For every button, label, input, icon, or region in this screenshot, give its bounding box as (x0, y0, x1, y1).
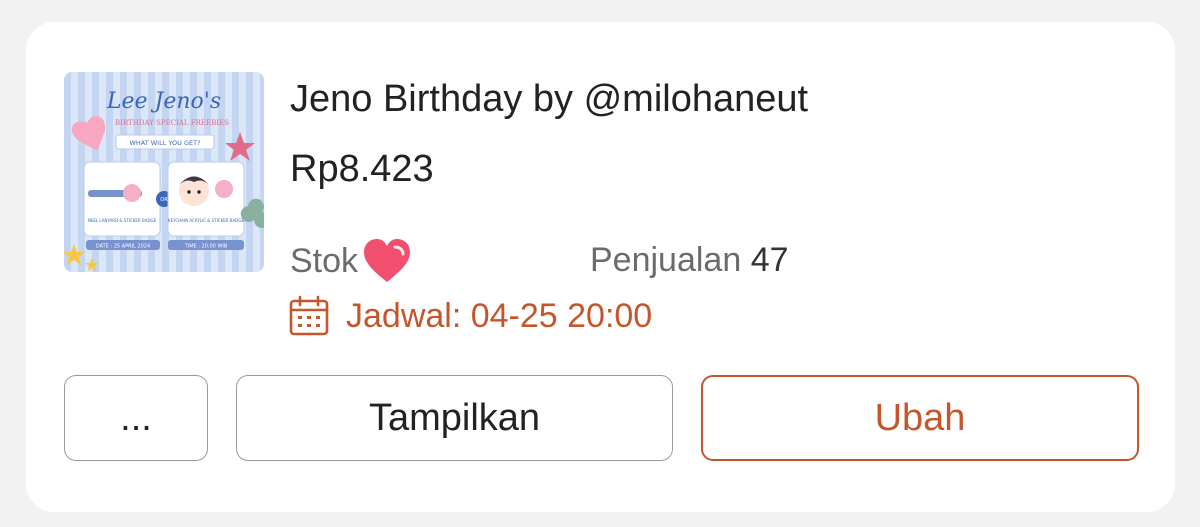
thumb-date: DATE : 25 APRIL 2024 (96, 244, 150, 250)
sales-info: Penjualan 47 (590, 241, 789, 280)
stock-info: Stok (290, 236, 412, 286)
thumb-subheading: BIRTHDAY SPECIAL FREEBIES (115, 119, 229, 127)
thumb-option-left: NEEL LANYARD & STICKER BADGE (88, 218, 157, 223)
edit-button[interactable]: Ubah (701, 375, 1139, 461)
product-price: Rp8.423 (290, 148, 434, 190)
show-button[interactable]: Tampilkan (236, 375, 673, 461)
product-thumbnail[interactable]: Lee Jeno's BIRTHDAY SPECIAL FREEBIES WHA… (64, 72, 264, 272)
stock-label: Stok (290, 241, 359, 280)
more-button[interactable]: ... (64, 375, 208, 461)
thumb-time: TIME : 20.00 WIB (184, 244, 228, 250)
thumb-or-label: OR (160, 197, 168, 203)
product-title: Jeno Birthday by @milohaneut (290, 78, 809, 120)
calendar-icon (289, 295, 329, 336)
thumb-heading: Lee Jeno's (106, 89, 221, 114)
schedule-info: Jadwal: 04-25 20:00 (288, 294, 652, 338)
heart-icon (364, 239, 411, 282)
sales-label: Penjualan (590, 241, 742, 279)
thumb-question: WHAT WILL YOU GET? (129, 139, 200, 147)
product-card: Lee Jeno's BIRTHDAY SPECIAL FREEBIES WHA… (26, 22, 1175, 512)
sales-count: 47 (750, 241, 789, 279)
option-left-box (83, 161, 161, 237)
thumb-option-right: KEYCHAIN ACRYLIC & STICKER BADGE (168, 218, 244, 223)
schedule-text: Jadwal: 04-25 20:00 (346, 296, 653, 335)
product-thumbnail-image: Lee Jeno's BIRTHDAY SPECIAL FREEBIES WHA… (64, 72, 264, 272)
